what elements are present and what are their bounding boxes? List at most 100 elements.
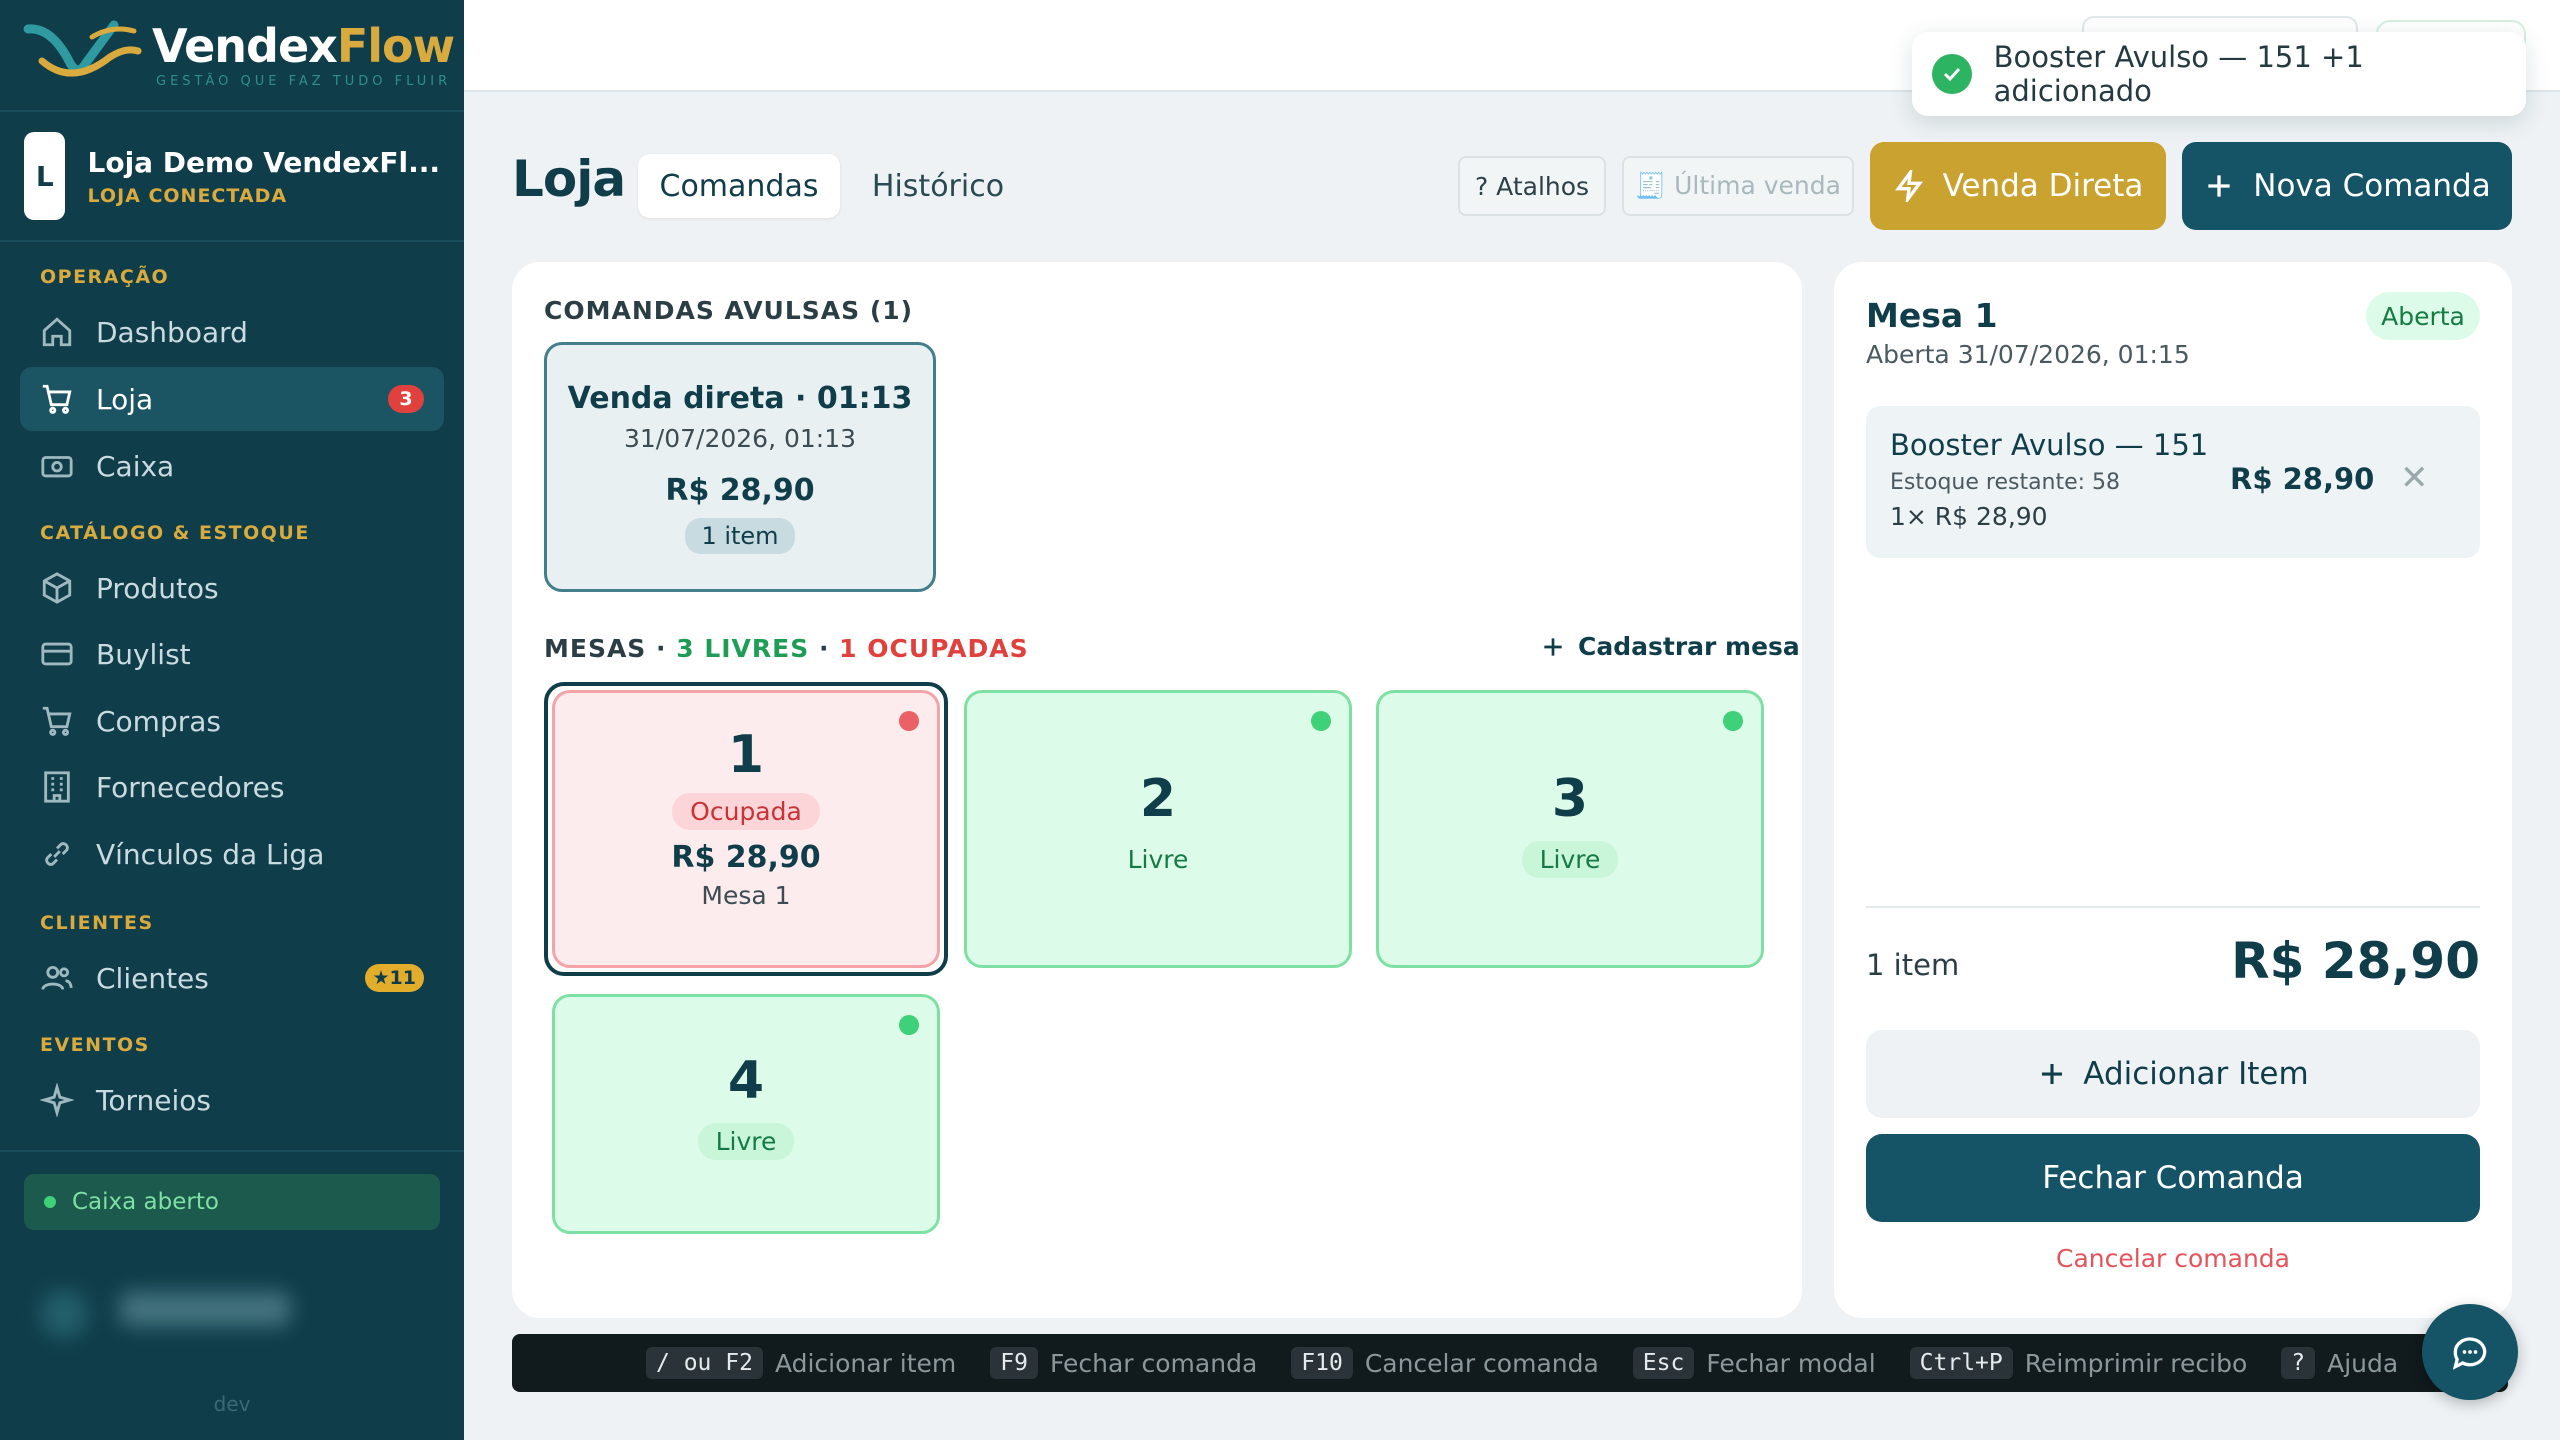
sidebar-item-produtos[interactable]: Produtos <box>20 556 444 620</box>
status-dot <box>899 1015 919 1035</box>
mesa-status: Livre <box>697 1123 795 1160</box>
plus-icon <box>2042 1064 2063 1084</box>
shortcut-close: F9 Fechar comanda <box>990 1347 1257 1379</box>
divider <box>1866 906 2480 908</box>
status-dot <box>1723 711 1743 731</box>
item-name: Booster Avulso — 151 <box>1890 428 2209 462</box>
item-qty: 1× R$ 28,90 <box>1890 502 2048 531</box>
sidebar-item-label: Clientes <box>96 961 209 995</box>
store-name: Loja Demo VendexFl... <box>87 145 440 179</box>
mesa-number: 1 <box>727 725 765 785</box>
toast-notification: Booster Avulso — 151 +1 adicionado <box>1912 32 2526 116</box>
users-icon <box>41 965 73 990</box>
loyalty-badge: ★11 <box>364 964 424 992</box>
sidebar-item-vinculos[interactable]: Vínculos da Liga <box>20 822 444 886</box>
store-card[interactable]: L Loja Demo VendexFl... LOJA CONECTADA <box>24 132 440 220</box>
user-profile[interactable] <box>30 1280 410 1350</box>
detail-title: Mesa 1 <box>1866 296 1998 335</box>
shortcut-print: Ctrl+P Reimprimir recibo <box>1909 1347 2247 1379</box>
section-eventos: EVENTOS <box>40 1034 150 1056</box>
section-clientes: CLIENTES <box>40 912 154 934</box>
store-status: LOJA CONECTADA <box>87 184 288 207</box>
environment-label: dev <box>213 1392 251 1416</box>
caixa-status-label: Caixa aberto <box>72 1189 219 1215</box>
comanda-item[interactable]: Booster Avulso — 151 Estoque restante: 5… <box>1866 406 2480 558</box>
sidebar-item-label: Torneios <box>96 1083 211 1117</box>
mesa-status: Ocupada <box>672 793 820 830</box>
sidebar-item-label: Loja <box>96 382 154 416</box>
last-sale-button[interactable]: 🧾 Última venda <box>1622 156 1854 216</box>
sidebar-item-label: Caixa <box>96 449 175 483</box>
shortcuts-button[interactable]: ? Atalhos <box>1458 156 1606 216</box>
sidebar-item-label: Buylist <box>96 637 191 671</box>
sidebar-item-caixa[interactable]: Caixa <box>20 434 444 498</box>
card-icon <box>41 642 73 666</box>
avatar <box>40 1290 88 1338</box>
sidebar-item-torneios[interactable]: Torneios <box>20 1068 444 1132</box>
cadastrar-mesa-button[interactable]: Cadastrar mesa <box>1540 632 1800 661</box>
shortcut-add-item: / ou F2 Adicionar item <box>646 1347 956 1379</box>
brand-name: VendexFlow <box>152 18 455 73</box>
sidebar-item-loja[interactable]: Loja 3 <box>20 367 444 431</box>
mesa-status: Livre <box>1127 845 1189 874</box>
logo-icon <box>23 20 142 77</box>
brand-tagline: GESTÃO QUE FAZ TUDO FLUIR <box>156 73 452 89</box>
mesa-number: 4 <box>727 1051 765 1111</box>
mesa-number: 2 <box>1139 769 1177 829</box>
mesa-card-2[interactable]: 2 Livre <box>964 690 1352 968</box>
comanda-total: R$ 28,90 <box>2231 932 2480 990</box>
sidebar-item-clientes[interactable]: Clientes ★11 <box>20 946 444 1010</box>
sidebar-item-label: Produtos <box>96 571 219 605</box>
mesa-card-1[interactable]: 1 Ocupada R$ 28,90 Mesa 1 <box>552 690 940 968</box>
nova-comanda-button[interactable]: Nova Comanda <box>2182 142 2512 230</box>
sparkle-icon <box>40 1083 74 1117</box>
caixa-status[interactable]: Caixa aberto <box>24 1174 440 1230</box>
tab-comandas[interactable]: Comandas <box>638 154 840 218</box>
store-avatar: L <box>24 132 66 220</box>
cart-icon <box>42 384 72 414</box>
sidebar-item-label: Fornecedores <box>96 770 285 804</box>
sidebar-item-label: Dashboard <box>96 315 248 349</box>
comanda-title: Venda direta · 01:13 <box>567 381 913 416</box>
add-item-button[interactable]: Adicionar Item <box>1866 1030 2480 1118</box>
chat-button[interactable] <box>2422 1304 2518 1400</box>
shortcut-help: ? Ajuda <box>2281 1347 2398 1379</box>
notification-badge: 3 <box>388 385 424 413</box>
detail-opened: Aberta 31/07/2026, 01:15 <box>1866 340 2190 369</box>
sidebar-item-fornecedores[interactable]: Fornecedores <box>20 755 444 819</box>
shortcut-cancel: F10 Cancelar comanda <box>1291 1347 1599 1379</box>
cart-icon <box>42 706 72 736</box>
mesa-card-3[interactable]: 3 Livre <box>1376 690 1764 968</box>
fechar-comanda-button[interactable]: Fechar Comanda <box>1866 1134 2480 1222</box>
mesa-name: Mesa 1 <box>701 881 791 910</box>
sidebar-item-label: Compras <box>96 704 221 738</box>
item-stock: Estoque restante: 58 <box>1890 470 2121 495</box>
mesa-number: 3 <box>1551 769 1589 829</box>
home-icon <box>42 317 72 347</box>
venda-direta-button[interactable]: Venda Direta <box>1870 142 2166 230</box>
sidebar-item-buylist[interactable]: Buylist <box>20 622 444 686</box>
shortcut-esc: Esc Fechar modal <box>1632 1347 1876 1379</box>
remove-item-icon[interactable]: ✕ <box>2400 458 2429 498</box>
comanda-date: 31/07/2026, 01:13 <box>623 424 857 453</box>
chat-icon <box>2452 1337 2487 1370</box>
sidebar-item-compras[interactable]: Compras <box>20 689 444 753</box>
sidebar-item-label: Vínculos da Liga <box>96 837 325 871</box>
status-badge: Aberta <box>2366 292 2480 340</box>
comanda-avulsa-card[interactable]: Venda direta · 01:13 31/07/2026, 01:13 R… <box>544 342 936 592</box>
mesas-label: MESAS · 3 LIVRES · 1 OCUPADAS <box>544 634 1029 663</box>
sidebar: VendexFlow GESTÃO QUE FAZ TUDO FLUIR L L… <box>0 0 464 1440</box>
mesa-card-4[interactable]: 4 Livre <box>552 994 940 1234</box>
check-icon <box>1932 54 1972 94</box>
status-dot <box>44 1196 56 1208</box>
page-title: Loja <box>512 150 626 208</box>
tab-historico[interactable]: Histórico <box>856 154 1020 218</box>
sidebar-item-dashboard[interactable]: Dashboard <box>20 300 444 364</box>
item-price: R$ 28,90 <box>2230 462 2375 496</box>
cash-icon <box>41 456 73 478</box>
divider <box>0 110 464 112</box>
divider <box>0 240 464 242</box>
cancelar-comanda-link[interactable]: Cancelar comanda <box>1866 1244 2480 1273</box>
avulsas-label: COMANDAS AVULSAS (1) <box>544 296 914 325</box>
plus-icon <box>2208 175 2230 197</box>
